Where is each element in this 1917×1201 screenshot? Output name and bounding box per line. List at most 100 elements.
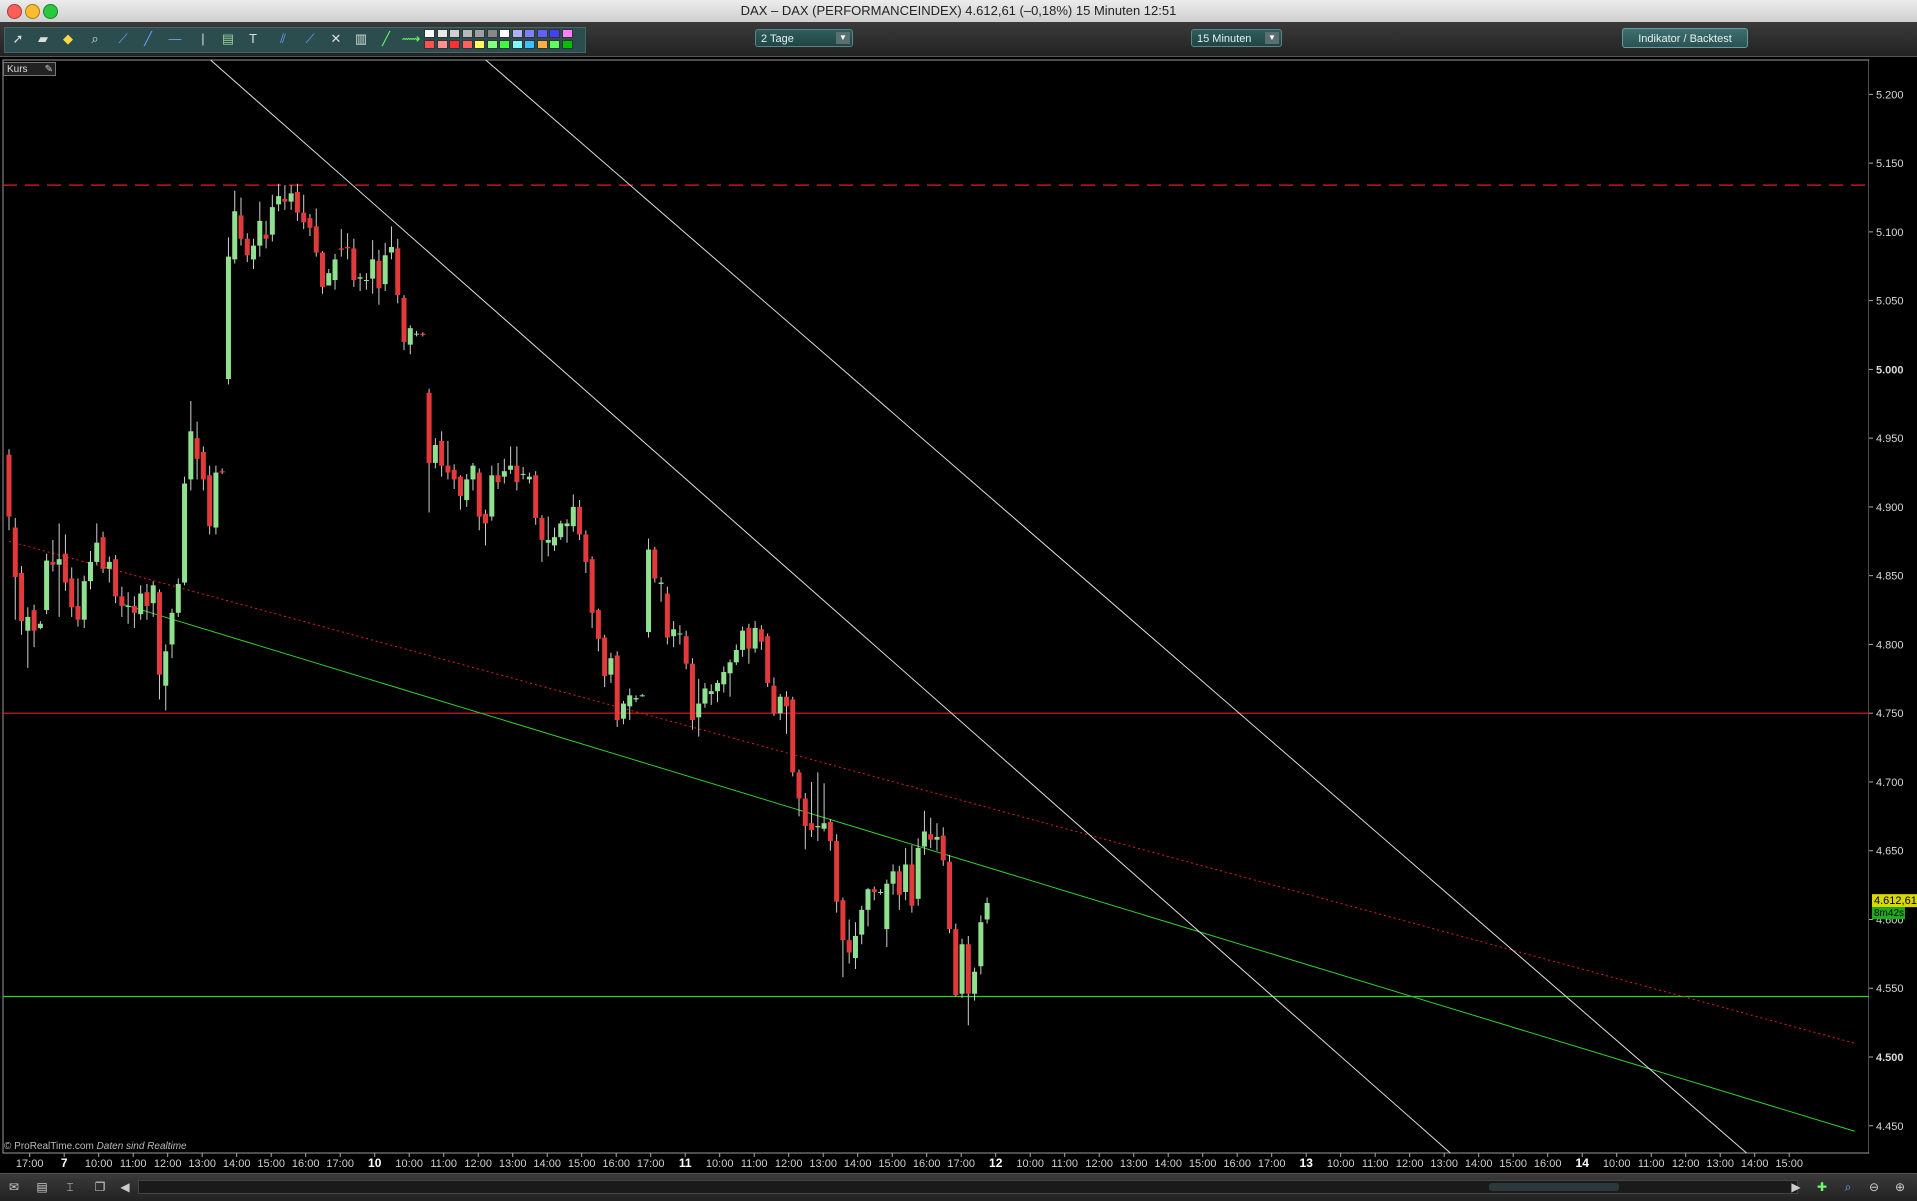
candle-body [432, 445, 438, 463]
candle-body [526, 476, 532, 480]
color-swatch[interactable] [499, 40, 510, 49]
line-icon[interactable]: ╱ [138, 29, 158, 49]
time-tick-label: 10:00 [1016, 1158, 1044, 1170]
zoom-out-icon[interactable]: ⊖ [1864, 1178, 1884, 1196]
color-swatch[interactable] [424, 29, 435, 38]
credit-text: © ProRealTime.com [4, 1141, 94, 1152]
time-tick-label: 11:00 [1362, 1158, 1389, 1170]
time-tick-label: 14:00 [223, 1158, 251, 1170]
candle-body [470, 465, 476, 480]
ruler-icon[interactable]: ▰ [33, 29, 53, 49]
candle-body [182, 483, 188, 583]
color-swatch[interactable] [449, 29, 460, 38]
candle-body [276, 196, 282, 205]
zigzag-icon[interactable]: ⟋ [300, 29, 320, 49]
time-tick-label: 14:00 [1154, 1158, 1182, 1170]
candle-body [44, 560, 50, 611]
candle [947, 854, 952, 934]
candle-body [558, 523, 564, 538]
text-icon[interactable]: T [243, 29, 263, 49]
color-icon[interactable]: ╱ [376, 29, 396, 49]
color-swatch[interactable] [486, 40, 498, 49]
color-swatch[interactable] [511, 29, 523, 38]
panel-label[interactable]: Kurs ✎ [3, 62, 56, 76]
color-swatch[interactable] [474, 40, 485, 49]
color-swatch[interactable] [536, 29, 548, 38]
zoom-in-icon[interactable]: ⊕ [1890, 1178, 1910, 1196]
trash-icon[interactable]: ▥ [351, 29, 371, 49]
color-swatch[interactable] [449, 40, 460, 49]
info-icon[interactable]: ⌶ [60, 1178, 80, 1196]
color-swatch[interactable] [474, 29, 485, 38]
candle-body [225, 256, 231, 380]
pattern-icon[interactable]: ⟿ [401, 29, 421, 49]
color-swatch[interactable] [486, 29, 498, 38]
candle [558, 520, 564, 540]
color-swatch[interactable] [511, 40, 523, 49]
time-scrollbar[interactable] [138, 1180, 1798, 1194]
color-swatches [424, 29, 580, 51]
scrollbar-thumb[interactable] [1489, 1183, 1619, 1191]
candle-body [608, 658, 614, 675]
candle-body [439, 440, 445, 466]
wrench-icon[interactable]: ✎ [45, 63, 53, 77]
plot-area [2, 59, 1870, 1154]
color-swatch[interactable] [436, 40, 448, 49]
scroll-left-icon[interactable]: ◀ [115, 1178, 135, 1196]
zoom-icon[interactable]: ⌕ [1838, 1178, 1858, 1196]
fibonacci-icon[interactable]: ⫽ [273, 29, 293, 49]
indicator-backtest-button[interactable]: Indikator / Backtest [1622, 28, 1748, 48]
hline-icon[interactable]: — [165, 29, 185, 49]
candle-body [25, 616, 31, 631]
candle-body [357, 277, 363, 279]
interval-select[interactable]: 15 Minuten ▼ [1191, 29, 1282, 47]
tools-icon[interactable]: ✕ [326, 29, 346, 49]
mail-icon[interactable]: ✉ [4, 1178, 24, 1196]
color-swatch[interactable] [424, 40, 435, 49]
candle-body [627, 695, 633, 707]
color-swatch[interactable] [561, 40, 573, 49]
color-swatch[interactable] [499, 29, 510, 38]
color-swatch[interactable] [461, 40, 473, 49]
color-swatch[interactable] [436, 29, 448, 38]
price-tick-label: 4.550 [1876, 983, 1904, 995]
window-icon[interactable]: ❐ [90, 1178, 110, 1196]
print-icon[interactable]: ▤ [32, 1178, 52, 1196]
candle [790, 696, 796, 777]
candle-body [6, 454, 12, 517]
candle-body [802, 798, 808, 826]
color-swatch[interactable] [461, 29, 473, 38]
candle-body [652, 549, 658, 579]
candle-body [282, 198, 288, 202]
vline-icon[interactable]: | [193, 29, 213, 49]
candle-body [338, 248, 344, 250]
candle-body [426, 392, 432, 463]
candle-body [232, 211, 238, 260]
time-tick-label: 12:00 [1085, 1158, 1113, 1170]
candle-body [978, 922, 984, 967]
bell-icon[interactable]: ◆ [58, 29, 78, 49]
color-swatch[interactable] [549, 29, 560, 38]
crosshair-icon[interactable]: ✚ [1812, 1178, 1832, 1196]
price-tick-label: 4.850 [1876, 571, 1904, 583]
period-select[interactable]: 2 Tage ▼ [755, 29, 853, 47]
candle [213, 465, 219, 535]
color-swatch[interactable] [524, 40, 535, 49]
color-swatch[interactable] [524, 29, 535, 38]
trendline-icon[interactable]: ⟋ [113, 29, 133, 49]
time-tick-label: 7 [61, 1156, 68, 1170]
color-swatch[interactable] [536, 40, 548, 49]
scroll-right-icon[interactable]: ▶ [1786, 1178, 1806, 1196]
candle-body [934, 836, 940, 840]
candle-body [758, 629, 764, 642]
zoom-icon[interactable]: ⌕ [85, 29, 105, 49]
price-chart[interactable]: 5.200 5.150 5.100 5.050 5.000 4.950 4.900 4.850… [0, 56, 1917, 1173]
channel-icon[interactable]: ▤ [218, 29, 238, 49]
color-swatch[interactable] [561, 29, 573, 38]
candle-body [301, 212, 307, 223]
candle-body [69, 578, 75, 608]
candle [915, 838, 921, 906]
pointer-icon[interactable]: ➚ [8, 29, 28, 49]
color-swatch[interactable] [549, 40, 560, 49]
candle-body [840, 900, 846, 941]
